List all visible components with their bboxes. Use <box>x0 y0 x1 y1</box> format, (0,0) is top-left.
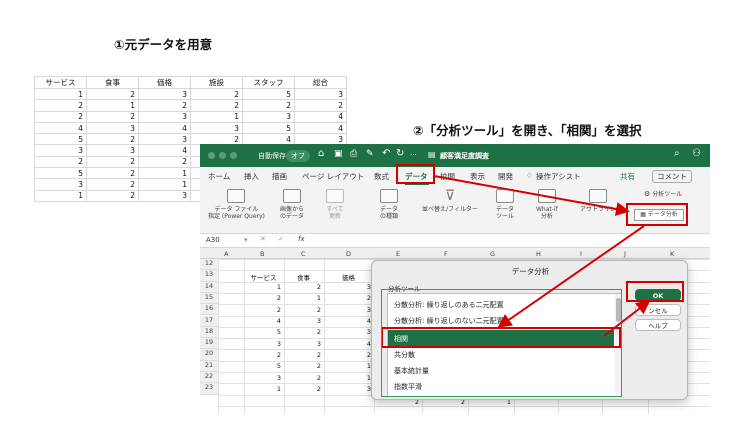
arrow-to-data-analysis <box>433 175 630 216</box>
arrow-to-ok <box>603 300 651 337</box>
annotation-arrows <box>433 175 651 337</box>
arrow-to-correlation <box>497 225 645 328</box>
